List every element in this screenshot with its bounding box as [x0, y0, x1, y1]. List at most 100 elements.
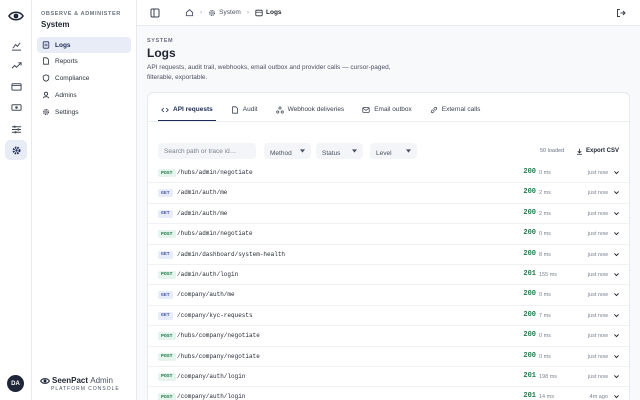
loaded-count: 50 loaded: [540, 148, 565, 154]
table-row[interactable]: GET/admin/auth/me 200 2 ms just now: [148, 204, 631, 225]
avatar[interactable]: DA: [7, 375, 24, 392]
nav-item-compliance[interactable]: Compliance: [37, 70, 131, 86]
chevron-down-icon[interactable]: [613, 251, 620, 258]
chevron-down-icon[interactable]: [613, 169, 620, 176]
chevron-down-icon[interactable]: [613, 332, 620, 339]
method-badge: POST: [158, 352, 176, 361]
analytics-icon[interactable]: [8, 37, 24, 53]
status-code: 200: [523, 290, 536, 299]
brand-name-suffix: Admin: [90, 376, 113, 385]
method-badge: GET: [158, 291, 173, 300]
chevron-right-icon: ›: [246, 9, 250, 16]
nav-item-reports[interactable]: Reports: [37, 53, 131, 69]
status-code: 200: [523, 351, 536, 360]
code-icon: [161, 107, 169, 112]
request-path: /company/kyc-requests: [177, 311, 253, 319]
tab-external-calls[interactable]: External calls: [427, 99, 484, 121]
breadcrumb: › System › Logs: [185, 8, 282, 17]
logout-icon[interactable]: [616, 8, 626, 18]
request-path: /admin/dashboard/system-health: [177, 250, 286, 258]
gear-icon[interactable]: [5, 140, 27, 160]
link-icon: [430, 106, 437, 113]
chevron-down-icon[interactable]: [613, 271, 620, 278]
nav-item-admins[interactable]: Admins: [37, 87, 131, 103]
status-filter[interactable]: Status: [316, 143, 363, 159]
wallet-icon[interactable]: [8, 78, 24, 94]
table-row[interactable]: GET/company/kyc-requests 200 7 ms just now: [148, 306, 631, 327]
admins-icon: [42, 91, 50, 99]
table-row[interactable]: POST/hubs/company/negotiate 200 0 ms just n…: [148, 347, 631, 367]
duration: 8 ms: [539, 251, 551, 258]
duration: 0 ms: [539, 231, 551, 238]
table-row[interactable]: POST/company/auth/login 201 198 ms just now: [148, 367, 631, 388]
table-row[interactable]: POST/company/auth/login 201 14 ms 4m ago: [148, 387, 631, 400]
tab-label: Audit: [242, 106, 258, 113]
section-nav: OBSERVE & ADMINISTER System Logs Reports…: [32, 0, 137, 400]
method-filter[interactable]: Method: [264, 143, 311, 159]
home-icon[interactable]: [185, 8, 194, 17]
tab-label: API requests: [173, 106, 213, 113]
chevron-down-icon: [406, 149, 411, 153]
chevron-down-icon[interactable]: [613, 393, 620, 400]
table-row[interactable]: POST/hubs/admin/negotiate 200 0 ms just now: [148, 163, 631, 184]
nav-item-logs[interactable]: Logs: [37, 37, 131, 53]
chevron-down-icon[interactable]: [613, 230, 620, 237]
document-icon: [231, 105, 238, 114]
tab-api-requests[interactable]: API requests: [158, 99, 216, 121]
tabs-divider: [148, 121, 629, 122]
page-eyebrow: SYSTEM: [147, 38, 174, 44]
top-bar: › System › Logs: [137, 0, 640, 26]
breadcrumb-current-label: Logs: [266, 9, 282, 16]
request-path: /admin/auth/me: [177, 189, 228, 197]
method-badge: GET: [158, 250, 173, 259]
webhook-icon: [275, 106, 284, 113]
table-row[interactable]: GET/admin/dashboard/system-health 200 8 ms…: [148, 245, 631, 265]
duration: 7 ms: [539, 312, 551, 319]
nav-item-settings[interactable]: Settings: [37, 104, 131, 120]
table-row[interactable]: GET/company/auth/me 200 0 ms just now: [148, 285, 631, 306]
chevron-down-icon[interactable]: [613, 373, 620, 380]
table-row[interactable]: POST/admin/auth/login 201 155 ms just now: [148, 265, 631, 286]
tab-webhook-deliveries[interactable]: Webhook deliveries: [273, 99, 348, 121]
tab-label: Email outbox: [374, 106, 412, 113]
nav-item-label: Compliance: [55, 74, 90, 82]
tab-email-outbox[interactable]: Email outbox: [359, 99, 415, 121]
chevron-down-icon: [352, 149, 357, 153]
timestamp: just now: [587, 271, 608, 278]
status-code: 200: [523, 331, 536, 340]
chevron-down-icon[interactable]: [613, 291, 620, 298]
export-csv-button[interactable]: Export CSV: [572, 144, 623, 158]
table-row[interactable]: POST/hubs/admin/negotiate 200 0 ms just now: [148, 224, 631, 245]
logs-card: API requests Audit Webhook deliveries Em…: [147, 92, 631, 400]
timestamp: just now: [587, 170, 608, 176]
chevron-down-icon: [300, 149, 305, 153]
nav-title: System: [41, 20, 70, 29]
search-input[interactable]: [158, 143, 256, 159]
chevron-down-icon[interactable]: [613, 353, 620, 360]
breadcrumb-system[interactable]: System: [208, 9, 241, 17]
table-row[interactable]: GET/admin/auth/me 200 2 ms just now: [148, 183, 631, 204]
brand-name: SeenPact: [52, 376, 89, 385]
status-code: 201: [523, 392, 536, 400]
level-filter[interactable]: Level: [370, 143, 417, 159]
chevron-down-icon[interactable]: [613, 189, 620, 196]
table-row[interactable]: POST/hubs/company/negotiate 200 0 ms just n…: [148, 326, 631, 347]
timestamp: just now: [587, 292, 608, 299]
sliders-icon[interactable]: [8, 121, 24, 137]
duration: 2 ms: [539, 190, 551, 197]
sidebar-toggle-icon[interactable]: [150, 8, 160, 18]
duration: 14 ms: [539, 394, 554, 400]
cash-icon[interactable]: [8, 99, 24, 115]
eye-logo-icon: [40, 377, 50, 384]
tab-audit[interactable]: Audit: [228, 99, 261, 121]
status-filter-label: Status: [322, 149, 341, 157]
chevron-down-icon[interactable]: [613, 312, 620, 319]
chevron-down-icon[interactable]: [613, 210, 620, 217]
timestamp: just now: [587, 373, 608, 380]
request-path: /hubs/company/negotiate: [177, 332, 260, 340]
eye-logo-icon[interactable]: [8, 10, 24, 22]
method-filter-label: Method: [270, 149, 292, 157]
duration: 0 ms: [539, 333, 551, 340]
trend-icon[interactable]: [8, 57, 24, 73]
logs-icon: [255, 9, 263, 16]
